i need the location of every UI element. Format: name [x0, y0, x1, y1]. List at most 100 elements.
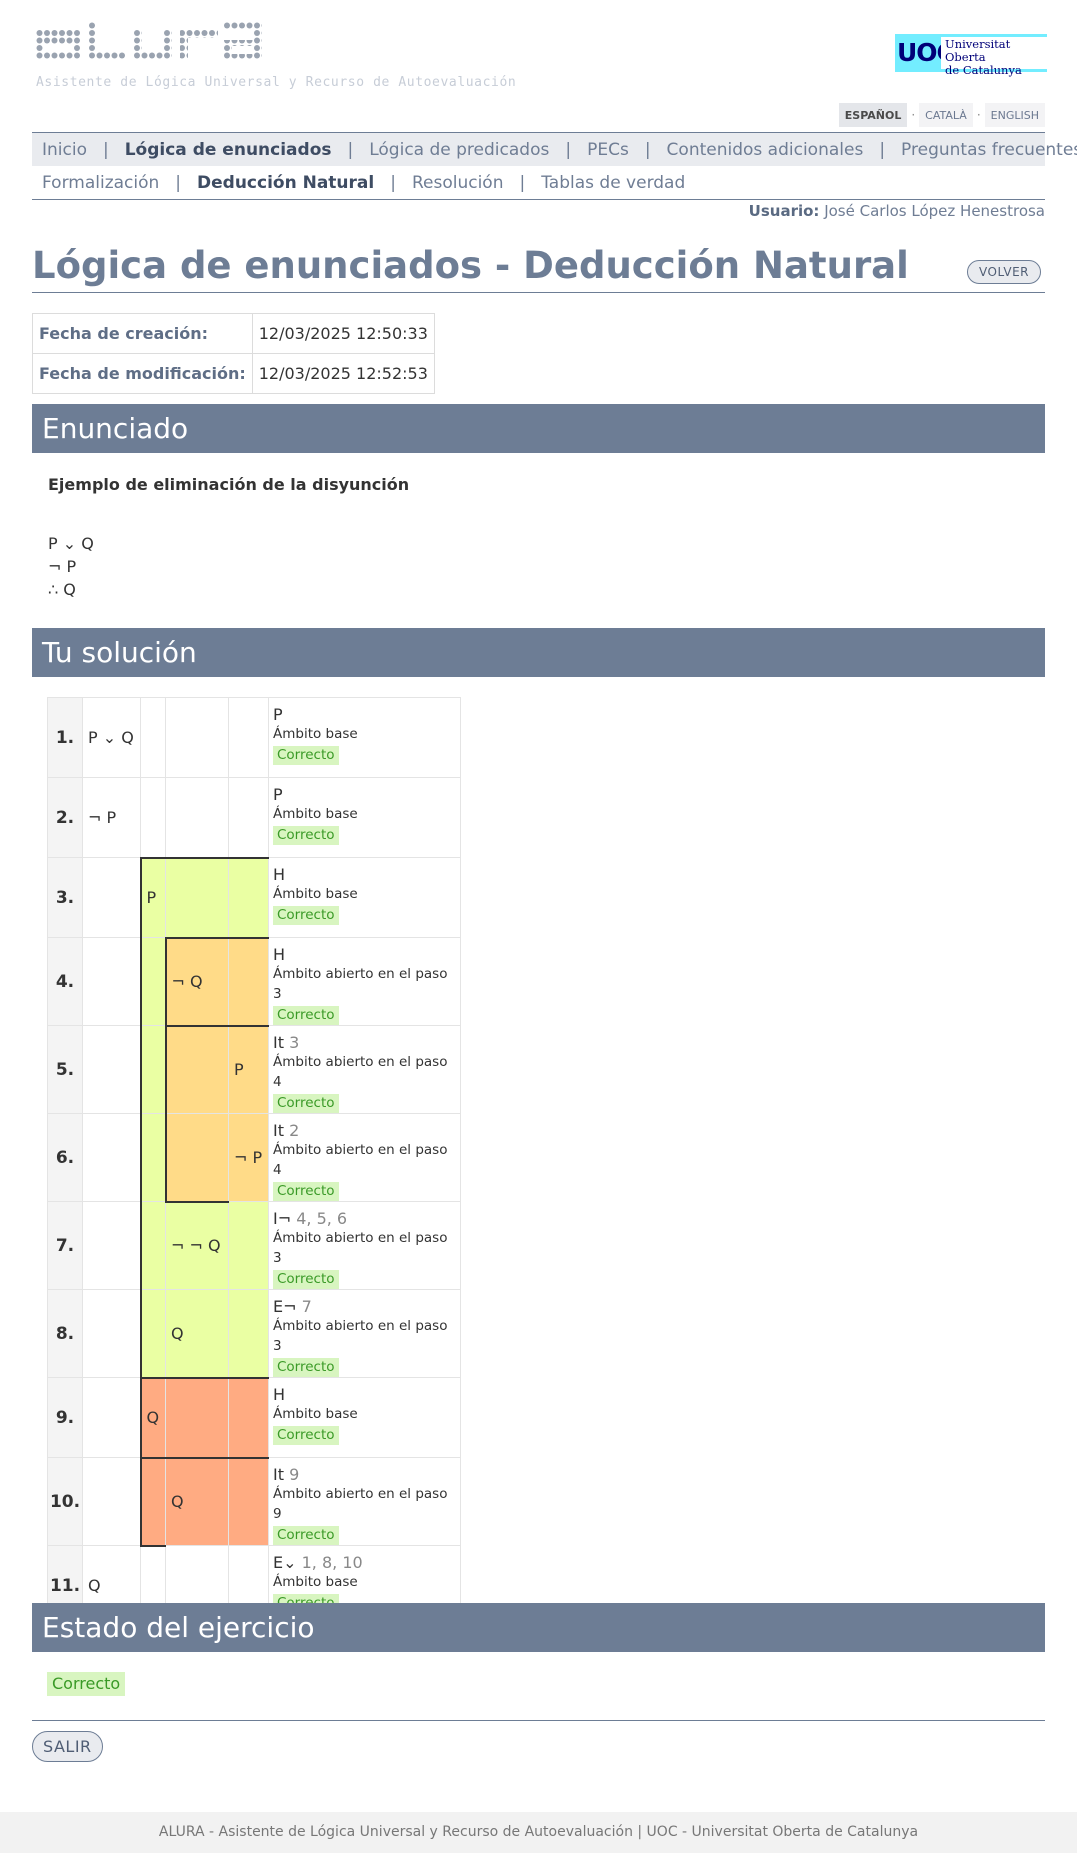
section-enunciado: Enunciado: [32, 404, 1045, 453]
step-refs: 3: [289, 1033, 300, 1052]
nav-logica-predicados[interactable]: Lógica de predicados: [369, 140, 549, 160]
modificacion-value: 12/03/2025 12:52:53: [251, 353, 435, 394]
status-badge: Correcto: [273, 1358, 339, 1377]
subnav-resolucion[interactable]: Resolución: [412, 173, 504, 193]
nav-separator: |: [879, 139, 886, 160]
creacion-value: 12/03/2025 12:50:33: [251, 313, 435, 354]
step-justification: It 9 Ámbito abierto en el paso 9 Correct…: [268, 1457, 461, 1546]
step-formula: ¬ P: [82, 777, 141, 858]
step-refs: 7: [301, 1297, 312, 1316]
proof-row: 9. Q H Ámbito base Correcto: [47, 1377, 461, 1458]
step-number: 7.: [47, 1201, 83, 1290]
step-rule: E¬: [273, 1297, 297, 1316]
nav-contenidos[interactable]: Contenidos adicionales: [667, 140, 864, 160]
premise-2: ¬ P: [48, 557, 77, 576]
footer: ALURA - Asistente de Lógica Universal y …: [0, 1812, 1077, 1853]
alura-logo-graphic: [36, 22, 262, 60]
estado-badge: Correcto: [47, 1672, 126, 1696]
proof-row: 6. ¬ P It 2 Ámbito abierto en el paso 4 …: [47, 1113, 461, 1203]
lang-en[interactable]: ENGLISH: [984, 103, 1045, 127]
step-formula: Q: [165, 1456, 229, 1546]
nav-separator: |: [565, 139, 572, 160]
divider: [32, 1720, 1045, 1721]
uoc-logo-mark: UOC: [895, 34, 941, 72]
step-scope: Ámbito abierto en el paso 4: [273, 1142, 448, 1178]
date-row-creacion: Fecha de creación: 12/03/2025 12:50:33: [32, 313, 435, 354]
estado-content: Correcto: [47, 1672, 126, 1696]
alura-subtitle: Asistente de Lógica Universal y Recurso …: [36, 75, 517, 90]
proof-row: 3. P H Ámbito base Correcto: [47, 856, 461, 938]
nav-separator: |: [644, 139, 651, 160]
proof-row: 2. ¬ P P Ámbito base Correcto: [47, 777, 461, 858]
dates-table: Fecha de creación: 12/03/2025 12:50:33 F…: [32, 313, 435, 394]
proof-row: 7. ¬ ¬ Q I¬ 4, 5, 6 Ámbito abierto en el…: [47, 1201, 461, 1290]
status-badge: Correcto: [273, 746, 339, 765]
proof-table: 1. P ⌄ Q P Ámbito base Correcto 2. ¬ P P…: [47, 697, 461, 1626]
step-scope: Ámbito base: [273, 806, 358, 822]
section-estado: Estado del ejercicio: [32, 1603, 1045, 1652]
lang-ca[interactable]: CATALÀ: [919, 103, 973, 127]
salir-button[interactable]: SALIR: [32, 1731, 103, 1762]
user-label: Usuario:: [748, 202, 820, 220]
step-scope: Ámbito abierto en el paso 3: [273, 1230, 448, 1266]
volver-button[interactable]: VOLVER: [967, 260, 1041, 284]
subnav-deduccion-natural[interactable]: Deducción Natural: [197, 173, 374, 193]
nav-logica-enunciados[interactable]: Lógica de enunciados: [125, 140, 332, 160]
step-justification: H Ámbito base Correcto: [268, 857, 461, 938]
step-number: 5.: [47, 1025, 83, 1114]
language-switcher: ESPAÑOL · CATALÀ · ENGLISH: [838, 103, 1045, 127]
step-justification: I¬ 4, 5, 6 Ámbito abierto en el paso 3 C…: [268, 1201, 461, 1290]
step-number: 8.: [47, 1289, 83, 1378]
step-scope: Ámbito base: [273, 726, 358, 742]
nav-pecs[interactable]: PECs: [587, 140, 629, 160]
step-refs: 1, 8, 10: [301, 1553, 363, 1572]
subnav-tablas-verdad[interactable]: Tablas de verdad: [541, 173, 685, 193]
step-scope: Ámbito abierto en el paso 3: [273, 1318, 448, 1354]
step-rule: P: [273, 785, 283, 804]
uoc-logo[interactable]: UOC Universitat Oberta de Catalunya: [895, 34, 1047, 77]
step-formula: Q: [139, 1377, 166, 1458]
step-justification: H Ámbito base Correcto: [268, 1377, 461, 1458]
step-rule: H: [273, 1385, 286, 1404]
status-badge: Correcto: [273, 1094, 339, 1113]
nav-inicio[interactable]: Inicio: [42, 140, 87, 160]
step-formula: ¬ P: [228, 1113, 269, 1202]
step-formula: ¬ ¬ Q: [165, 1201, 229, 1290]
step-rule: H: [273, 945, 286, 964]
step-justification: It 2 Ámbito abierto en el paso 4 Correct…: [268, 1113, 461, 1202]
step-rule: H: [273, 865, 286, 884]
step-justification: P Ámbito base Correcto: [268, 777, 461, 858]
step-number: 3.: [47, 857, 83, 938]
step-rule: E⌄: [273, 1553, 297, 1572]
proof-row: 5. P It 3 Ámbito abierto en el paso 4 Co…: [47, 1024, 461, 1114]
proof-row: 4. ¬ Q H Ámbito abierto en el paso 3 Cor…: [47, 936, 461, 1026]
step-justification: E¬ 7 Ámbito abierto en el paso 3 Correct…: [268, 1289, 461, 1378]
subnav-formalizacion[interactable]: Formalización: [42, 173, 159, 193]
step-number: 6.: [47, 1113, 83, 1202]
lang-separator: ·: [911, 108, 916, 122]
status-badge: Correcto: [273, 1006, 339, 1025]
section-solucion: Tu solución: [32, 628, 1045, 677]
creacion-label: Fecha de creación:: [32, 313, 253, 354]
lang-es[interactable]: ESPAÑOL: [838, 103, 908, 127]
proof-row: 8. Q E¬ 7 Ámbito abierto en el paso 3 Co…: [47, 1289, 461, 1379]
subnav-separator: |: [175, 172, 182, 193]
enunciado-title: Ejemplo de eliminación de la disyunción: [48, 475, 410, 494]
step-rule: It: [273, 1033, 284, 1052]
status-badge: Correcto: [273, 906, 339, 925]
subnav-separator: |: [390, 172, 396, 193]
step-refs: 9: [289, 1465, 300, 1484]
proof-row: 10. Q It 9 Ámbito abierto en el paso 9 C…: [47, 1456, 461, 1546]
step-justification: It 3 Ámbito abierto en el paso 4 Correct…: [268, 1025, 461, 1114]
nav-faq[interactable]: Preguntas frecuentes: [901, 140, 1077, 160]
step-scope: Ámbito abierto en el paso 3: [273, 966, 448, 1002]
status-badge: Correcto: [273, 826, 339, 845]
alura-logo[interactable]: Asistente de Lógica Universal y Recurso …: [36, 22, 516, 90]
step-justification: P Ámbito base Correcto: [268, 697, 461, 778]
step-rule: I¬: [273, 1209, 292, 1228]
user-name: José Carlos López Henestrosa: [824, 202, 1045, 220]
step-formula: ¬ Q: [164, 936, 229, 1026]
step-scope: Ámbito base: [273, 1406, 358, 1422]
step-formula: P: [228, 1024, 269, 1114]
step-rule: P: [273, 705, 283, 724]
